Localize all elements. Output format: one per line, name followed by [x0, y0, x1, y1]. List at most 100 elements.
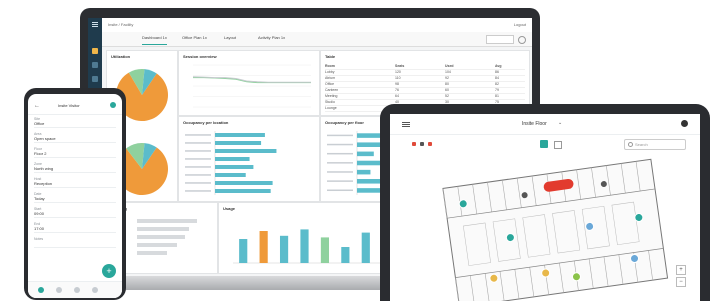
bar-label-placeholder — [327, 180, 353, 182]
grid-view-icon[interactable] — [554, 141, 562, 149]
bar-label-placeholder — [185, 182, 211, 184]
sessions-panel: Session overview — [178, 50, 320, 116]
nav-icon[interactable] — [92, 62, 98, 68]
hamburger-icon[interactable] — [402, 122, 410, 123]
table-cell: 81 — [495, 94, 499, 98]
avatar[interactable] — [110, 102, 116, 108]
location-marker — [630, 253, 640, 263]
form-row[interactable]: Start 09:00 — [34, 206, 116, 218]
bar-label-placeholder — [327, 134, 353, 137]
settings-icon[interactable] — [518, 36, 526, 44]
form-row[interactable]: Area Open space — [34, 131, 116, 143]
floor-plan[interactable] — [390, 152, 700, 301]
table-cell: Lobby — [325, 70, 335, 74]
form-row[interactable]: Floor Floor 2 — [34, 146, 116, 158]
table-cell: 98 — [395, 82, 399, 86]
nav-dot-icon[interactable] — [38, 287, 44, 293]
utilization-title: Utilization — [111, 54, 131, 59]
phone-screen: ← Insite Visitor Site Office Area Open spac… — [28, 94, 122, 298]
tab-layout[interactable]: Layout — [224, 35, 236, 44]
bar-label-placeholder — [185, 142, 211, 144]
filter-dropdown[interactable] — [486, 35, 514, 44]
view-toggle-button[interactable] — [540, 140, 548, 148]
search-input[interactable]: Search — [624, 139, 686, 150]
add-fab-button[interactable]: + — [102, 264, 116, 278]
back-arrow-icon[interactable]: ← — [34, 103, 40, 109]
tab-office-plan[interactable]: Office Plan 1x — [182, 35, 207, 44]
location-marker — [634, 212, 644, 222]
column — [320, 237, 330, 263]
chevron-down-icon[interactable]: ⌄ — [558, 120, 562, 126]
ranking-bar — [137, 251, 167, 255]
zoom-out-button[interactable]: − — [676, 277, 686, 287]
form-row[interactable]: Host Reception — [34, 176, 116, 188]
column — [300, 229, 309, 263]
location-marker — [541, 268, 551, 278]
form-value: North wing — [34, 166, 54, 171]
table-cell: Meeting — [325, 94, 338, 98]
bar-label-placeholder — [327, 189, 353, 192]
table-cell: Room — [325, 64, 335, 68]
bar — [215, 181, 273, 185]
phone-bottom-nav — [28, 281, 122, 298]
tablet-title[interactable]: Insite Floor — [522, 121, 547, 127]
tablet-header: Insite Floor ⌄ — [390, 114, 700, 135]
tab-activity-plan[interactable]: Activity Plan 1x — [258, 35, 285, 44]
bar — [215, 173, 246, 177]
status-dot-icon[interactable] — [412, 142, 416, 146]
table-cell: Canteen — [325, 88, 339, 92]
toolbar: Search — [390, 136, 700, 152]
table-cell: 64 — [395, 94, 399, 98]
bar — [357, 169, 371, 175]
home-icon[interactable] — [92, 48, 98, 54]
form-row[interactable]: Notes — [34, 236, 116, 248]
bar — [215, 141, 262, 145]
location-marker — [505, 233, 515, 243]
ranking-bar — [137, 243, 177, 247]
floor-plan-group — [442, 158, 669, 301]
table-cell: Office — [325, 82, 335, 86]
form-row[interactable]: Zone North wing — [34, 161, 116, 173]
table-cell: 80 — [445, 82, 449, 86]
nav-dot-icon[interactable] — [74, 287, 80, 293]
bar — [357, 151, 374, 157]
location-marker — [571, 272, 581, 282]
nav-dot-icon[interactable] — [92, 287, 98, 293]
table-cell: Avg — [495, 64, 502, 68]
column — [341, 247, 350, 263]
tablet: Insite Floor ⌄ Search + − — [380, 104, 710, 301]
line-chart — [192, 64, 311, 108]
form-row[interactable]: Date Today — [34, 191, 116, 203]
table-cell: 104 — [445, 70, 451, 74]
nav-dot-icon[interactable] — [56, 287, 62, 293]
bar — [357, 142, 381, 147]
search-icon — [628, 142, 633, 147]
tablet-screen: Insite Floor ⌄ Search + − — [390, 114, 700, 301]
occupancy-location-panel: Occupancy per location — [178, 116, 320, 202]
menu-icon[interactable] — [92, 22, 98, 23]
ranking-bar — [137, 235, 185, 239]
table-cell: 60 — [445, 88, 449, 92]
bar-label-placeholder — [185, 174, 211, 176]
phone: ← Insite Visitor Site Office Area Open spac… — [24, 88, 126, 300]
table-cell: Used — [445, 64, 454, 68]
series-line — [192, 76, 311, 83]
tab-dashboard[interactable]: Dashboard 1x — [142, 35, 167, 45]
form-row[interactable]: End 17:00 — [34, 221, 116, 233]
form-value: Open space — [34, 136, 56, 141]
zoom-in-button[interactable]: + — [676, 265, 686, 275]
logout-link[interactable]: Logout — [514, 22, 526, 27]
bar — [215, 133, 265, 137]
status-dot-icon[interactable] — [428, 142, 432, 146]
table-cell: 92 — [445, 76, 449, 80]
nav-icon[interactable] — [92, 76, 98, 82]
table-cell: 120 — [395, 70, 401, 74]
form-row[interactable]: Site Office — [34, 116, 116, 128]
status-dot-icon[interactable] — [420, 142, 424, 146]
bar-label-placeholder — [185, 134, 211, 136]
bar-label-placeholder — [327, 171, 353, 173]
table-cell: 110 — [395, 76, 401, 80]
user-icon[interactable] — [681, 120, 688, 127]
bar-label-placeholder — [185, 150, 211, 152]
table-cell: Lounge — [325, 106, 337, 110]
